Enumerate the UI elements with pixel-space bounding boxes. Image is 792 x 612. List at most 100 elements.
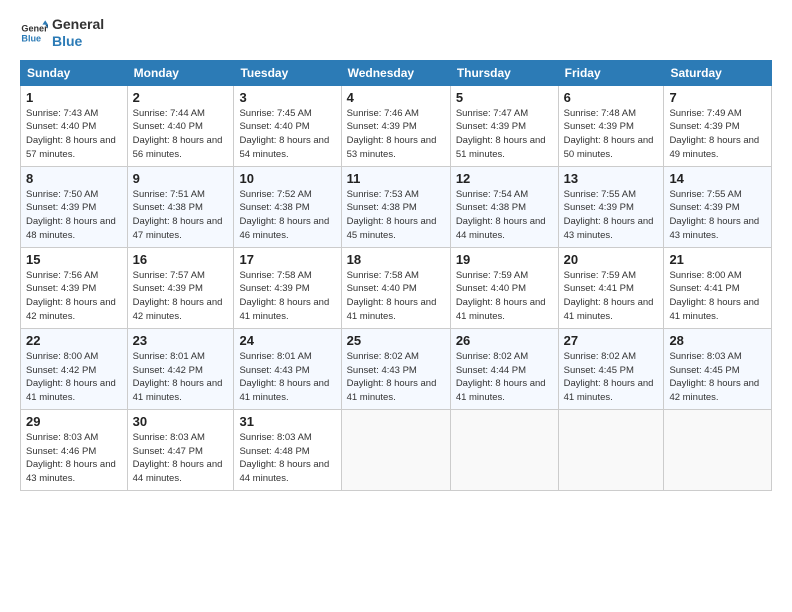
calendar-cell: 8 Sunrise: 7:50 AMSunset: 4:39 PMDaylight… [21, 166, 128, 247]
day-info: Sunrise: 7:54 AMSunset: 4:38 PMDaylight:… [456, 188, 553, 243]
calendar-cell: 31 Sunrise: 8:03 AMSunset: 4:48 PMDayligh… [234, 409, 341, 490]
weekday-header-friday: Friday [558, 60, 664, 85]
week-row-2: 8 Sunrise: 7:50 AMSunset: 4:39 PMDaylight… [21, 166, 772, 247]
calendar-cell: 19Sunrise: 7:59 AMSunset: 4:40 PMDayligh… [450, 247, 558, 328]
day-info: Sunrise: 8:02 AMSunset: 4:44 PMDaylight:… [456, 350, 553, 405]
day-number: 22 [26, 333, 122, 348]
day-info: Sunrise: 8:03 AMSunset: 4:45 PMDaylight:… [669, 350, 766, 405]
calendar-cell [450, 409, 558, 490]
day-info: Sunrise: 7:58 AMSunset: 4:39 PMDaylight:… [239, 269, 335, 324]
day-number: 24 [239, 333, 335, 348]
day-number: 2 [133, 90, 229, 105]
calendar-cell: 7 Sunrise: 7:49 AMSunset: 4:39 PMDaylight… [664, 85, 772, 166]
day-number: 25 [347, 333, 445, 348]
logo-icon: General Blue [20, 19, 48, 47]
day-number: 23 [133, 333, 229, 348]
day-info: Sunrise: 7:56 AMSunset: 4:39 PMDaylight:… [26, 269, 122, 324]
day-number: 14 [669, 171, 766, 186]
page: General Blue General Blue SundayMondayTu… [0, 0, 792, 612]
header: General Blue General Blue [20, 16, 772, 50]
day-info: Sunrise: 7:47 AMSunset: 4:39 PMDaylight:… [456, 107, 553, 162]
day-info: Sunrise: 8:03 AMSunset: 4:46 PMDaylight:… [26, 431, 122, 486]
day-info: Sunrise: 7:57 AMSunset: 4:39 PMDaylight:… [133, 269, 229, 324]
day-info: Sunrise: 7:51 AMSunset: 4:38 PMDaylight:… [133, 188, 229, 243]
day-number: 7 [669, 90, 766, 105]
calendar-cell [558, 409, 664, 490]
day-number: 21 [669, 252, 766, 267]
day-number: 20 [564, 252, 659, 267]
day-info: Sunrise: 7:45 AMSunset: 4:40 PMDaylight:… [239, 107, 335, 162]
day-info: Sunrise: 7:58 AMSunset: 4:40 PMDaylight:… [347, 269, 445, 324]
day-number: 16 [133, 252, 229, 267]
calendar-cell: 6 Sunrise: 7:48 AMSunset: 4:39 PMDaylight… [558, 85, 664, 166]
day-info: Sunrise: 7:48 AMSunset: 4:39 PMDaylight:… [564, 107, 659, 162]
day-number: 28 [669, 333, 766, 348]
day-info: Sunrise: 8:03 AMSunset: 4:48 PMDaylight:… [239, 431, 335, 486]
day-number: 27 [564, 333, 659, 348]
calendar-cell: 25 Sunrise: 8:02 AMSunset: 4:43 PMDayligh… [341, 328, 450, 409]
calendar-cell: 26 Sunrise: 8:02 AMSunset: 4:44 PMDayligh… [450, 328, 558, 409]
calendar-cell: 29 Sunrise: 8:03 AMSunset: 4:46 PMDayligh… [21, 409, 128, 490]
day-number: 31 [239, 414, 335, 429]
day-info: Sunrise: 7:55 AMSunset: 4:39 PMDaylight:… [669, 188, 766, 243]
day-info: Sunrise: 8:01 AMSunset: 4:43 PMDaylight:… [239, 350, 335, 405]
week-row-3: 15 Sunrise: 7:56 AMSunset: 4:39 PMDayligh… [21, 247, 772, 328]
calendar-cell: 15 Sunrise: 7:56 AMSunset: 4:39 PMDayligh… [21, 247, 128, 328]
day-info: Sunrise: 8:01 AMSunset: 4:42 PMDaylight:… [133, 350, 229, 405]
day-number: 9 [133, 171, 229, 186]
weekday-header-sunday: Sunday [21, 60, 128, 85]
calendar-cell: 21Sunrise: 8:00 AMSunset: 4:41 PMDayligh… [664, 247, 772, 328]
week-row-5: 29 Sunrise: 8:03 AMSunset: 4:46 PMDayligh… [21, 409, 772, 490]
day-info: Sunrise: 7:49 AMSunset: 4:39 PMDaylight:… [669, 107, 766, 162]
calendar-cell: 24 Sunrise: 8:01 AMSunset: 4:43 PMDayligh… [234, 328, 341, 409]
calendar-cell: 3 Sunrise: 7:45 AMSunset: 4:40 PMDaylight… [234, 85, 341, 166]
calendar-cell: 1 Sunrise: 7:43 AMSunset: 4:40 PMDaylight… [21, 85, 128, 166]
calendar-cell: 4 Sunrise: 7:46 AMSunset: 4:39 PMDaylight… [341, 85, 450, 166]
day-number: 4 [347, 90, 445, 105]
day-number: 1 [26, 90, 122, 105]
day-number: 10 [239, 171, 335, 186]
day-info: Sunrise: 7:53 AMSunset: 4:38 PMDaylight:… [347, 188, 445, 243]
day-info: Sunrise: 8:02 AMSunset: 4:43 PMDaylight:… [347, 350, 445, 405]
day-info: Sunrise: 7:46 AMSunset: 4:39 PMDaylight:… [347, 107, 445, 162]
calendar-cell: 16 Sunrise: 7:57 AMSunset: 4:39 PMDayligh… [127, 247, 234, 328]
calendar-cell: 17Sunrise: 7:58 AMSunset: 4:39 PMDayligh… [234, 247, 341, 328]
calendar-cell: 14 Sunrise: 7:55 AMSunset: 4:39 PMDayligh… [664, 166, 772, 247]
weekday-header-monday: Monday [127, 60, 234, 85]
logo: General Blue General Blue [20, 16, 104, 50]
calendar-cell: 13Sunrise: 7:55 AMSunset: 4:39 PMDayligh… [558, 166, 664, 247]
day-info: Sunrise: 7:43 AMSunset: 4:40 PMDaylight:… [26, 107, 122, 162]
calendar-cell: 23 Sunrise: 8:01 AMSunset: 4:42 PMDayligh… [127, 328, 234, 409]
day-number: 5 [456, 90, 553, 105]
day-info: Sunrise: 7:52 AMSunset: 4:38 PMDaylight:… [239, 188, 335, 243]
weekday-header-row: SundayMondayTuesdayWednesdayThursdayFrid… [21, 60, 772, 85]
calendar-cell: 11 Sunrise: 7:53 AMSunset: 4:38 PMDayligh… [341, 166, 450, 247]
calendar-cell [341, 409, 450, 490]
week-row-1: 1 Sunrise: 7:43 AMSunset: 4:40 PMDaylight… [21, 85, 772, 166]
day-info: Sunrise: 7:50 AMSunset: 4:39 PMDaylight:… [26, 188, 122, 243]
day-number: 6 [564, 90, 659, 105]
day-number: 13 [564, 171, 659, 186]
day-info: Sunrise: 7:59 AMSunset: 4:40 PMDaylight:… [456, 269, 553, 324]
day-number: 11 [347, 171, 445, 186]
svg-text:General: General [21, 23, 48, 33]
weekday-header-wednesday: Wednesday [341, 60, 450, 85]
day-number: 3 [239, 90, 335, 105]
week-row-4: 22Sunrise: 8:00 AMSunset: 4:42 PMDayligh… [21, 328, 772, 409]
day-number: 18 [347, 252, 445, 267]
day-number: 26 [456, 333, 553, 348]
calendar-cell: 20 Sunrise: 7:59 AMSunset: 4:41 PMDayligh… [558, 247, 664, 328]
day-info: Sunrise: 7:59 AMSunset: 4:41 PMDaylight:… [564, 269, 659, 324]
day-number: 29 [26, 414, 122, 429]
day-info: Sunrise: 8:02 AMSunset: 4:45 PMDaylight:… [564, 350, 659, 405]
day-number: 15 [26, 252, 122, 267]
svg-text:Blue: Blue [21, 33, 41, 43]
calendar-cell: 18 Sunrise: 7:58 AMSunset: 4:40 PMDayligh… [341, 247, 450, 328]
calendar-cell: 2Sunrise: 7:44 AMSunset: 4:40 PMDaylight… [127, 85, 234, 166]
day-number: 8 [26, 171, 122, 186]
day-number: 12 [456, 171, 553, 186]
calendar-cell: 9 Sunrise: 7:51 AMSunset: 4:38 PMDaylight… [127, 166, 234, 247]
weekday-header-saturday: Saturday [664, 60, 772, 85]
calendar-cell: 30Sunrise: 8:03 AMSunset: 4:47 PMDayligh… [127, 409, 234, 490]
calendar-table: SundayMondayTuesdayWednesdayThursdayFrid… [20, 60, 772, 491]
